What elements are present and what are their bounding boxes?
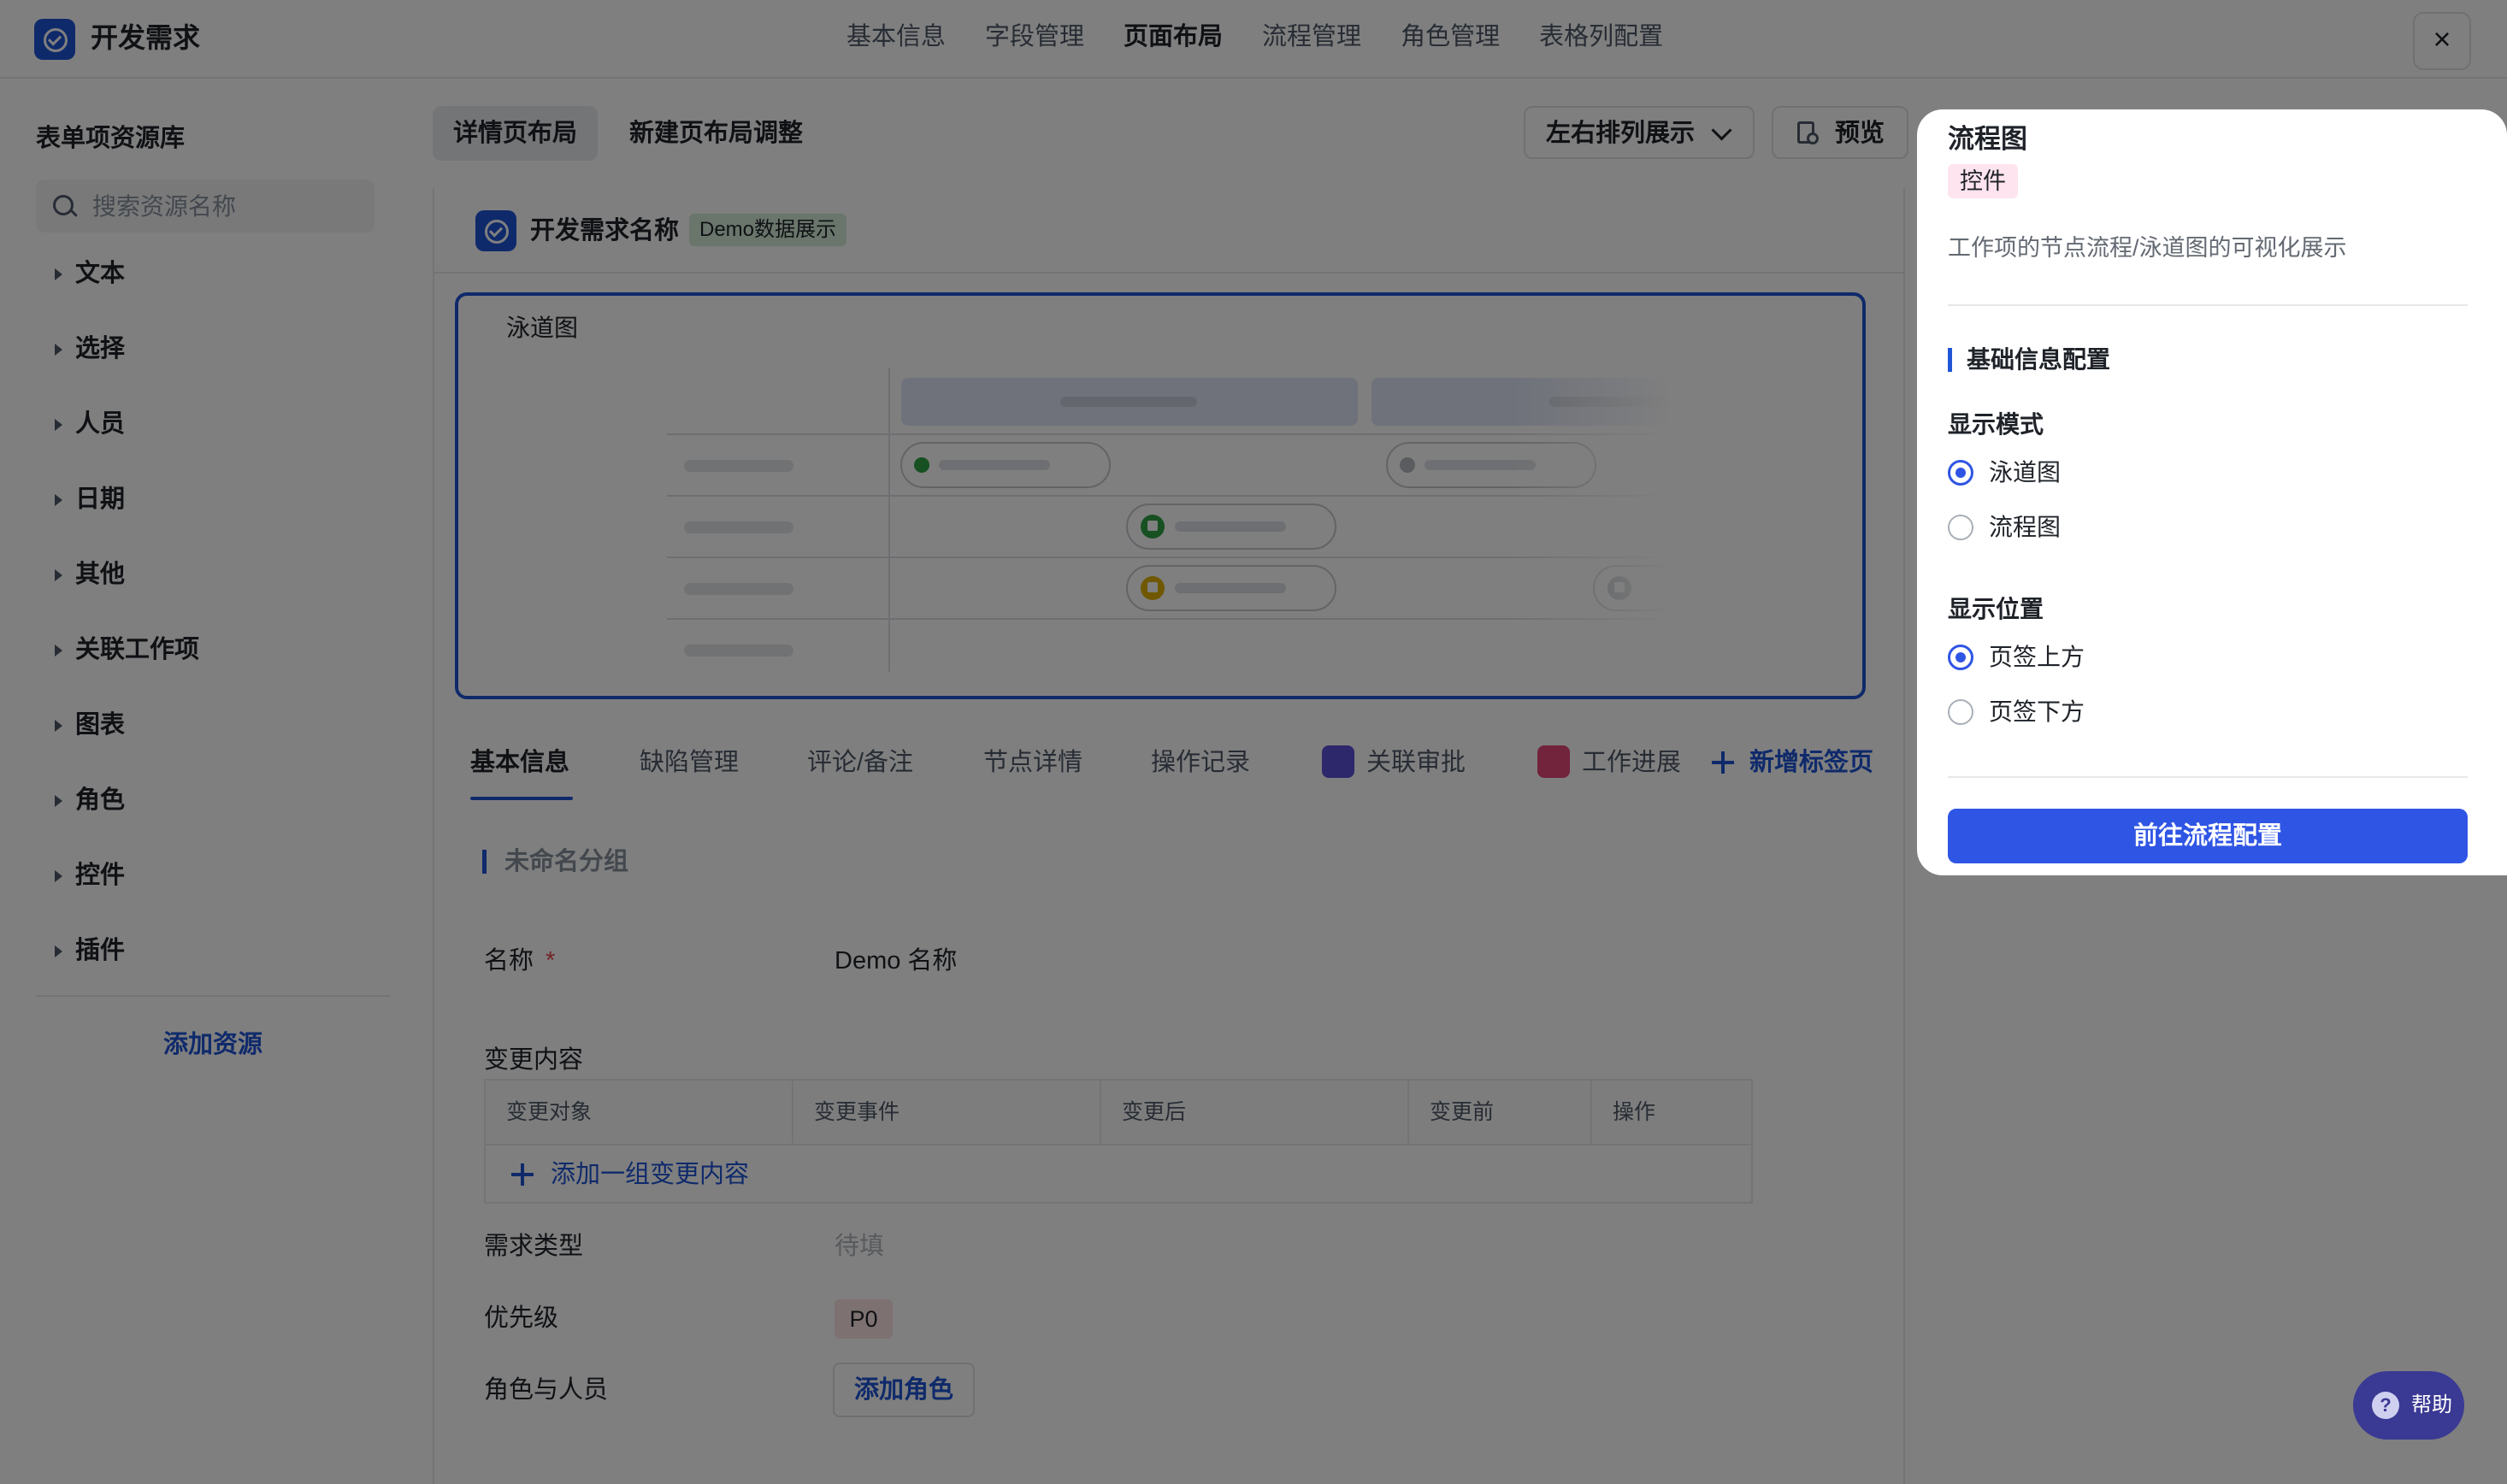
- page: 开发需求 基本信息 字段管理 页面布局 流程管理 角色管理 表格列配置 × 表单…: [0, 0, 2507, 1484]
- help-label: 帮助: [2411, 1393, 2452, 1416]
- radio-flowchart[interactable]: [1948, 515, 1973, 540]
- display-mode-label: 显示模式: [1948, 411, 2044, 438]
- question-icon: ?: [2372, 1392, 2399, 1419]
- config-panel: [1917, 109, 2507, 875]
- radio-above-tabs[interactable]: [1948, 645, 1973, 670]
- section-title: 基础信息配置: [1967, 346, 2111, 373]
- panel-divider: [1948, 776, 2468, 778]
- panel-title: 流程图: [1948, 124, 2027, 154]
- radio-swimlane[interactable]: [1948, 460, 1973, 486]
- section-accent-bar: [1948, 348, 1952, 372]
- help-button[interactable]: ? 帮助: [2353, 1371, 2464, 1440]
- panel-divider: [1948, 304, 2468, 306]
- display-position-label: 显示位置: [1948, 596, 2044, 622]
- radio-below-tabs[interactable]: [1948, 699, 1973, 725]
- radio-above-tabs-label[interactable]: 页签上方: [1989, 640, 2085, 674]
- radio-swimlane-label[interactable]: 泳道图: [1989, 456, 2061, 490]
- radio-below-tabs-label[interactable]: 页签下方: [1989, 695, 2085, 729]
- panel-description: 工作项的节点流程/泳道图的可视化展示: [1948, 235, 2347, 261]
- go-to-flow-config-button[interactable]: 前往流程配置: [1948, 809, 2468, 863]
- radio-flowchart-label[interactable]: 流程图: [1989, 510, 2061, 545]
- panel-type-tag: 控件: [1948, 164, 2018, 198]
